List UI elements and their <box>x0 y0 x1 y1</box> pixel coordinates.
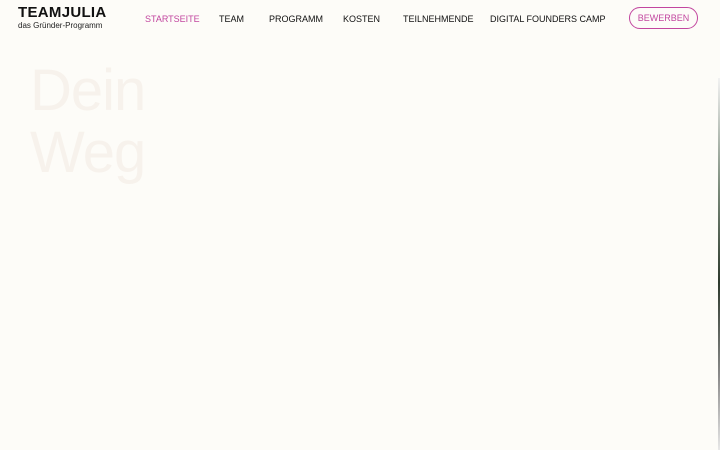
nav-item-team[interactable]: TEAM <box>219 13 244 25</box>
hero-heading: Dein Weg <box>30 58 146 185</box>
nav-item-teilnehmende[interactable]: TEILNEHMENDE <box>403 13 474 25</box>
nav-item-programm[interactable]: PROGRAMM <box>269 13 323 25</box>
site-header: TEAMJULIA das Gründer-Programm STARTSEIT… <box>0 0 720 38</box>
hero-heading-line-2: Weg <box>30 120 146 185</box>
nav-item-digital-founders-camp[interactable]: DIGITAL FOUNDERS CAMP <box>490 13 606 25</box>
apply-button[interactable]: BEWERBEN <box>629 7 698 29</box>
hero-heading-line-1: Dein <box>30 58 146 123</box>
logo-title: TEAMJULIA <box>18 4 107 21</box>
nav-item-kosten[interactable]: KOSTEN <box>343 13 380 25</box>
logo-link[interactable]: TEAMJULIA das Gründer-Programm <box>18 5 107 31</box>
nav-item-startseite[interactable]: STARTSEITE <box>145 13 200 25</box>
page: TEAMJULIA das Gründer-Programm STARTSEIT… <box>0 0 720 450</box>
logo-subtitle: das Gründer-Programm <box>18 21 103 30</box>
